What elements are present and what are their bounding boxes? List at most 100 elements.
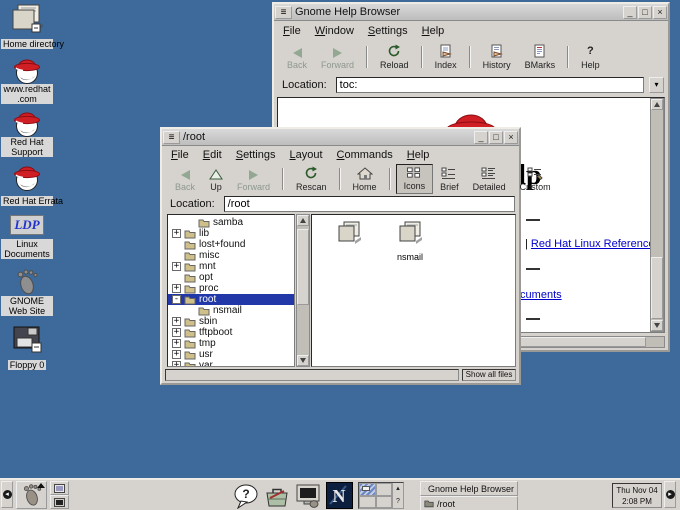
window-menu-icon[interactable]: ≡ xyxy=(275,6,292,19)
tree-item[interactable]: +var xyxy=(168,360,294,367)
desktop-icon-redhat-errata[interactable]: Red Hat Errata xyxy=(0,161,54,209)
history-button[interactable]: History xyxy=(476,42,518,72)
tree-item[interactable]: +usr xyxy=(168,349,294,360)
close-button[interactable]: × xyxy=(653,6,667,19)
desktop-icon-linux-documents[interactable]: LDP Linux Documents xyxy=(0,215,54,262)
up-button[interactable]: Up xyxy=(202,164,230,194)
reload-button[interactable]: Reload xyxy=(373,42,416,72)
expander-icon[interactable]: + xyxy=(172,229,181,238)
menu-commands[interactable]: Commands xyxy=(332,147,402,163)
minimize-button[interactable]: _ xyxy=(474,131,488,144)
panel-hide-right-button[interactable]: ▸ xyxy=(664,481,676,508)
expander-icon[interactable]: - xyxy=(172,295,181,304)
expander-icon[interactable]: + xyxy=(172,328,181,337)
desk-guide-pager[interactable]: ▲ ? xyxy=(358,482,404,509)
tree-item[interactable]: +mnt xyxy=(168,261,294,272)
pager-side-controls[interactable]: ▲ ? xyxy=(392,483,403,508)
detailed-view-button[interactable]: Detailed xyxy=(466,164,513,194)
back-button[interactable]: Back xyxy=(280,42,314,72)
window-menu-icon[interactable]: ≡ xyxy=(163,131,180,144)
expander-icon[interactable]: + xyxy=(172,317,181,326)
fm-window-titlebar[interactable]: ≡ /root _ □ × xyxy=(162,129,519,146)
file-icon-item[interactable] xyxy=(321,220,377,252)
tasklist-help-browser[interactable]: Gnome Help Browser xyxy=(420,481,518,496)
menu-settings[interactable]: Settings xyxy=(231,147,285,163)
menu-help[interactable]: Help xyxy=(417,23,454,39)
help-icon: ? xyxy=(587,45,594,58)
menu-edit[interactable]: Edit xyxy=(198,147,231,163)
close-button[interactable]: × xyxy=(504,131,518,144)
desktop-icon-gnome-web-site[interactable]: GNOME Web Site xyxy=(0,268,54,319)
pager-arrow-icon[interactable]: ▲ xyxy=(395,486,401,492)
toolbox-launcher[interactable] xyxy=(262,482,291,509)
pager-help-icon[interactable]: ? xyxy=(396,498,400,505)
minimize-button[interactable]: _ xyxy=(623,6,637,19)
menu-file[interactable]: File xyxy=(166,147,198,163)
help-button[interactable]: ? Help xyxy=(574,42,607,72)
expander-icon[interactable]: + xyxy=(172,361,181,367)
reference-guide-link[interactable]: Red Hat Linux Reference Guide xyxy=(531,238,665,250)
location-input[interactable]: /root xyxy=(224,196,515,212)
tree-item[interactable]: +tftpboot xyxy=(168,327,294,338)
icons-view-button[interactable]: Icons xyxy=(396,164,434,194)
tasklist-root-window[interactable]: /root xyxy=(420,496,518,510)
menu-layout[interactable]: Layout xyxy=(284,147,331,163)
expander-icon[interactable]: + xyxy=(172,284,181,293)
tree-item[interactable]: opt xyxy=(168,272,294,283)
pager-desk-3[interactable] xyxy=(359,496,376,509)
tree-item[interactable]: nsmail xyxy=(168,305,294,316)
location-dropdown-button[interactable]: ▾ xyxy=(649,77,664,93)
bmarks-button[interactable]: BMarks xyxy=(518,42,563,72)
tree-item[interactable]: samba xyxy=(168,217,294,228)
menu-settings[interactable]: Settings xyxy=(363,23,417,39)
netscape-launcher[interactable]: N xyxy=(325,482,354,509)
folder-icon xyxy=(336,220,362,246)
forward-button[interactable]: Forward xyxy=(314,42,361,72)
tree-item[interactable]: +sbin xyxy=(168,316,294,327)
terminal-launcher[interactable] xyxy=(293,482,322,509)
desktop-icon-floppy[interactable]: Floppy 0 xyxy=(0,325,54,373)
expander-icon[interactable]: + xyxy=(172,262,181,271)
help-launcher[interactable]: ? xyxy=(231,482,260,509)
tree-item[interactable]: misc xyxy=(168,250,294,261)
mini-applet-button-bottom[interactable] xyxy=(50,495,69,509)
expander-icon[interactable]: + xyxy=(172,339,181,348)
brief-view-button[interactable]: Brief xyxy=(433,164,466,194)
pager-desk-4[interactable] xyxy=(376,496,393,509)
panel-hide-left-button[interactable]: ◂ xyxy=(1,481,13,508)
help-vertical-scrollbar[interactable] xyxy=(650,98,664,332)
tree-item[interactable]: lost+found xyxy=(168,239,294,250)
menu-file[interactable]: File xyxy=(278,23,310,39)
mini-applet-button-top[interactable] xyxy=(50,481,69,495)
scrollbar-thumb[interactable] xyxy=(651,257,663,319)
desktop-icon-home-directory[interactable]: Home directory xyxy=(0,2,54,52)
menu-help[interactable]: Help xyxy=(402,147,439,163)
back-button[interactable]: Back xyxy=(168,164,202,194)
main-menu-button[interactable] xyxy=(16,481,47,509)
tree-item[interactable]: +lib xyxy=(168,228,294,239)
menu-window[interactable]: Window xyxy=(310,23,363,39)
maximize-button[interactable]: □ xyxy=(489,131,503,144)
tree-item[interactable]: +proc xyxy=(168,283,294,294)
scrollbar-thumb[interactable] xyxy=(297,229,309,305)
clock-applet[interactable]: Thu Nov 04 2:08 PM xyxy=(612,483,662,508)
index-button[interactable]: Index xyxy=(428,42,464,72)
location-input[interactable]: toc: xyxy=(336,77,644,93)
expander-icon[interactable]: + xyxy=(172,350,181,359)
tree-item[interactable]: +tmp xyxy=(168,338,294,349)
rescan-button[interactable]: Rescan xyxy=(289,164,334,194)
desktop-icon-redhat-com[interactable]: www.redhat.com xyxy=(0,54,54,107)
maximize-button[interactable]: □ xyxy=(638,6,652,19)
tree-item-selected[interactable]: -root xyxy=(168,294,294,305)
gnome-foot-icon xyxy=(13,268,41,296)
task-label: /root xyxy=(437,499,455,509)
pager-desk-1-active[interactable] xyxy=(359,483,376,496)
forward-button[interactable]: Forward xyxy=(230,164,277,194)
pager-desk-2[interactable] xyxy=(376,483,393,496)
desktop-icon-redhat-support[interactable]: Red Hat Support xyxy=(0,107,54,160)
file-icon-item[interactable]: nsmail xyxy=(382,220,438,262)
custom-view-button[interactable]: Custom xyxy=(513,164,558,194)
home-button[interactable]: Home xyxy=(346,164,384,194)
fm-tree-scrollbar[interactable] xyxy=(296,214,310,367)
help-window-titlebar[interactable]: ≡ Gnome Help Browser _ □ × xyxy=(274,4,668,21)
